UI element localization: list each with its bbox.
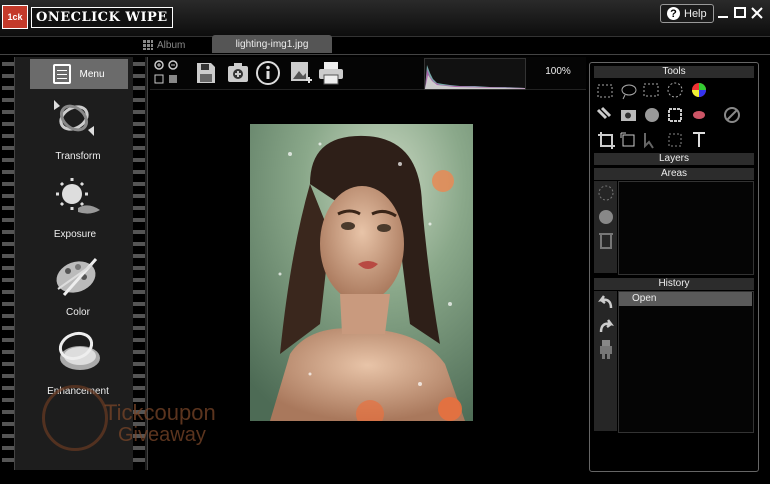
exposure-icon[interactable] <box>54 176 102 218</box>
history-list <box>618 291 754 433</box>
info-icon[interactable] <box>256 61 280 85</box>
menu-button[interactable]: Menu <box>30 59 128 89</box>
filmstrip-left <box>2 57 14 470</box>
camera-icon <box>621 110 636 121</box>
heal-icon <box>596 106 612 120</box>
transform-select-icon <box>668 133 682 147</box>
node-select-icon <box>597 84 613 98</box>
watermark-check-icon <box>42 385 108 451</box>
main-image[interactable] <box>250 124 473 421</box>
transform-label[interactable]: Transform <box>28 151 128 162</box>
tab-divider <box>0 54 770 55</box>
fit-icon <box>154 74 164 84</box>
lasso-icon <box>621 84 637 100</box>
help-label: Help <box>684 7 707 20</box>
tools-grid <box>595 80 755 150</box>
no-icon <box>724 107 740 123</box>
frame-select-icon <box>668 108 682 122</box>
app-logo: 1ck ONECLICK WIPE <box>2 5 173 29</box>
areas-tools <box>597 184 615 252</box>
minimize-button[interactable] <box>715 4 731 21</box>
pointer-add-icon <box>644 133 654 149</box>
redeye-icon <box>693 111 705 119</box>
actual-size-icon <box>169 75 177 83</box>
help-icon: ? <box>667 7 680 20</box>
watermark-line2: Giveaway <box>118 424 206 446</box>
redo-icon <box>599 319 614 333</box>
history-header: History <box>594 278 754 290</box>
areas-header: Areas <box>594 168 754 180</box>
zoom-controls <box>153 59 181 87</box>
album-grid-icon <box>143 40 153 50</box>
tab-album-label: Album <box>157 39 186 51</box>
app-title: ONECLICK WIPE <box>31 6 173 28</box>
transform-icon[interactable] <box>48 96 104 140</box>
watermark-line1: Tickcoupon <box>104 400 216 425</box>
exposure-label[interactable]: Exposure <box>25 229 125 240</box>
close-button[interactable] <box>749 4 765 21</box>
resize-icon <box>620 132 635 147</box>
maximize-button[interactable] <box>732 4 748 21</box>
zoom-level: 100% <box>545 66 571 77</box>
add-image-icon[interactable] <box>289 60 313 86</box>
undo-icon <box>598 295 613 309</box>
help-button[interactable]: ? Help <box>660 4 714 23</box>
logo-mark-icon: 1ck <box>2 5 28 29</box>
blob-icon <box>645 108 659 122</box>
color-wheel-icon <box>692 83 706 97</box>
save-icon[interactable] <box>195 61 217 85</box>
histogram <box>424 58 526 90</box>
text-icon <box>693 132 705 147</box>
robot-icon <box>600 340 612 359</box>
new-area-icon <box>598 185 614 201</box>
trash-icon <box>599 233 613 249</box>
layers-header: Layers <box>594 153 754 165</box>
history-item-open[interactable]: Open <box>619 292 752 306</box>
add-to-album-icon[interactable] <box>226 61 250 85</box>
history-tools <box>597 294 615 360</box>
tools-header: Tools <box>594 66 754 78</box>
print-icon[interactable] <box>317 60 345 86</box>
menu-icon <box>53 64 72 84</box>
color-label[interactable]: Color <box>28 307 128 318</box>
tab-file-label: lighting-img1.jpg <box>235 38 309 50</box>
ellipse-select-icon <box>667 82 683 98</box>
color-palette-icon[interactable] <box>52 255 102 299</box>
menu-label: Menu <box>79 68 105 80</box>
zoom-in-icon <box>154 60 164 70</box>
zoom-out-icon <box>168 60 178 70</box>
crop-icon <box>598 132 615 149</box>
enhancement-icon[interactable] <box>54 330 104 376</box>
tab-album[interactable]: Album <box>143 36 203 54</box>
rect-select-icon <box>643 83 659 97</box>
areas-list <box>618 181 754 275</box>
area-blob-icon <box>599 210 613 224</box>
tab-current-file[interactable]: lighting-img1.jpg <box>212 35 332 53</box>
